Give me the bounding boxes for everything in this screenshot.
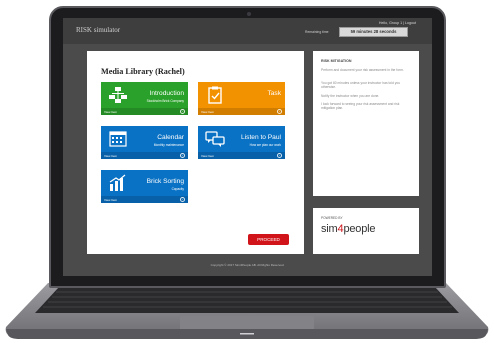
sidebar-paragraph: Notify the instructor when you are done. [321, 94, 380, 98]
arrow-right-icon[interactable]: › [180, 197, 185, 202]
tile-subtitle: How we plan our work [249, 143, 281, 147]
tile-subtitle: Monthly maintenance [153, 143, 184, 147]
tile-footer: View Item › [198, 152, 285, 159]
sidebar-paragraph: Perform and document your risk assessmen… [321, 68, 404, 72]
tile-title: Listen to Paul [241, 134, 281, 141]
view-item-link[interactable]: View Item [201, 110, 214, 114]
tile-footer: View Item › [101, 152, 188, 159]
chat-bubbles-icon [205, 131, 225, 147]
view-item-link[interactable]: View Item [104, 154, 117, 158]
proceed-button[interactable]: PROCEED [248, 234, 289, 245]
remaining-time-label: Remaining time [305, 30, 329, 34]
tile-subtitle: Capacity [171, 187, 184, 191]
tile-listen-to-paul[interactable]: Listen to Paul How we plan our work View… [198, 126, 285, 159]
tile-task[interactable]: Task View Item › [198, 82, 285, 115]
laptop-frame: RISK simulator Hello, Group 1 | Logout R… [0, 0, 494, 343]
footer-copyright: Copyright © 2017 Sim4People AB. All Righ… [210, 263, 285, 267]
arrow-right-icon[interactable]: › [180, 109, 185, 114]
arrow-right-icon[interactable]: › [277, 109, 282, 114]
top-bar: RISK simulator Hello, Group 1 | Logout R… [63, 18, 432, 44]
page-title: Media Library (Rachel) [101, 67, 185, 76]
logo-sim: sim [321, 223, 338, 235]
media-library-panel: Media Library (Rachel) Introduction Stoc… [87, 51, 304, 254]
tile-footer: View Item › [101, 196, 188, 203]
view-item-link[interactable]: View Item [201, 154, 214, 158]
clipboard-check-icon [208, 86, 222, 104]
user-logout-link[interactable]: Hello, Group 1 | Logout [379, 21, 416, 25]
view-item-link[interactable]: View Item [104, 110, 117, 114]
sidebar-paragraph: You got 60 minutes unless your instructo… [321, 81, 401, 90]
webcam [247, 12, 251, 16]
powered-by-label: POWERED BY [321, 216, 343, 220]
app-screen: RISK simulator Hello, Group 1 | Logout R… [63, 18, 432, 276]
tile-title: Introduction [149, 90, 184, 97]
tile-footer: View Item › [101, 108, 188, 115]
logo-people: people [343, 223, 376, 235]
tile-title: Task [267, 90, 281, 97]
app-title: RISK simulator [76, 26, 121, 34]
powered-by-panel: POWERED BY sim4people [313, 208, 419, 254]
arrow-right-icon[interactable]: › [277, 153, 282, 158]
sidebar-paragraph: I look forward to seeing your risk asses… [321, 102, 400, 111]
tile-title: Calendar [157, 134, 184, 141]
sim4people-logo: sim4people [321, 223, 375, 235]
tile-footer: View Item › [198, 108, 285, 115]
tile-subtitle: Stockholm Brick Company [146, 99, 184, 103]
sidebar-heading: RISK MITIGATION [321, 59, 352, 63]
laptop-base-keyboard [5, 283, 489, 339]
tile-brick-sorting[interactable]: Brick Sorting Capacity View Item › [101, 170, 188, 203]
bar-chart-icon [109, 174, 126, 191]
calendar-icon [109, 131, 127, 147]
tile-calendar[interactable]: Calendar Monthly maintenance View Item › [101, 126, 188, 159]
org-chart-icon [109, 87, 127, 103]
risk-mitigation-panel: RISK MITIGATION Perform and document you… [313, 51, 419, 196]
tile-title: Brick Sorting [146, 178, 184, 185]
view-item-link[interactable]: View Item [104, 198, 117, 202]
countdown-timer: 59 minutes 28 seconds [339, 27, 408, 37]
tile-introduction[interactable]: Introduction Stockholm Brick Company Vie… [101, 82, 188, 115]
arrow-right-icon[interactable]: › [180, 153, 185, 158]
